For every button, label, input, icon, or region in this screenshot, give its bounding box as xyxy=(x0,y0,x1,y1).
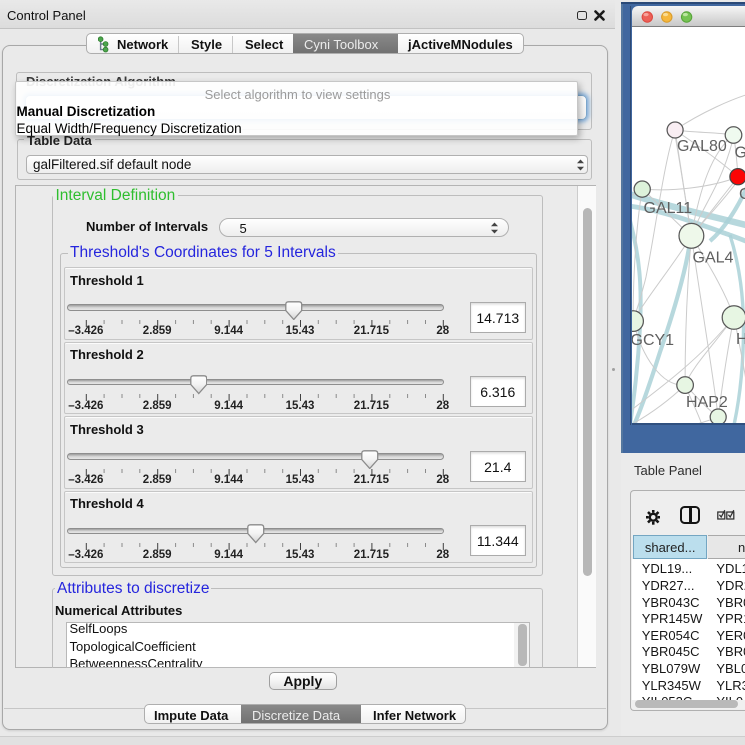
svg-text:GA: GA xyxy=(734,145,745,162)
svg-text:HAP2: HAP2 xyxy=(686,394,728,411)
svg-text:GCY1: GCY1 xyxy=(632,332,674,349)
svg-text:GAL11: GAL11 xyxy=(643,200,692,217)
svg-text:GAL4: GAL4 xyxy=(692,250,733,267)
svg-text:G: G xyxy=(739,186,745,203)
svg-text:HA: HA xyxy=(736,331,745,348)
svg-text:GAL80: GAL80 xyxy=(677,138,727,155)
